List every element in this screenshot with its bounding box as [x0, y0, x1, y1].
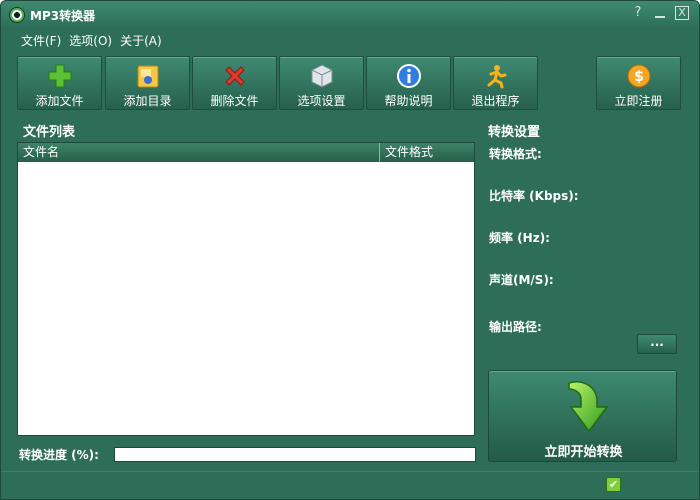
status-bar: ✔ — [1, 471, 699, 499]
options-button[interactable]: 选项设置 — [279, 56, 364, 110]
column-format[interactable]: 文件格式 — [380, 143, 474, 162]
plus-icon — [46, 62, 74, 89]
exit-button[interactable]: 退出程序 — [453, 56, 538, 110]
check-icon[interactable]: ✔ — [606, 477, 621, 492]
close-icon[interactable]: X — [675, 6, 689, 20]
settings-title: 转换设置 — [488, 125, 541, 140]
column-filename[interactable]: 文件名 — [18, 143, 380, 162]
add-folder-button[interactable]: 添加目录 — [105, 56, 190, 110]
app-icon — [9, 7, 25, 23]
browse-button[interactable]: ... — [637, 334, 677, 354]
file-list-header: 文件名 文件格式 — [18, 143, 474, 162]
add-folder-label: 添加目录 — [123, 94, 172, 108]
menu-options[interactable]: 选项(O) — [69, 32, 112, 49]
delete-file-label: 删除文件 — [210, 94, 259, 108]
delete-x-icon — [221, 62, 249, 89]
help-icon[interactable]: ? — [631, 6, 645, 20]
start-convert-label: 立即开始转换 — [544, 445, 623, 460]
svg-text:$: $ — [634, 69, 644, 85]
progress-bar — [114, 447, 476, 462]
help-button[interactable]: 帮助说明 — [366, 56, 451, 110]
help-label: 帮助说明 — [384, 94, 433, 108]
running-man-icon — [482, 62, 510, 89]
format-label: 转换格式: — [489, 147, 542, 161]
app-window: MP3转换器 ? X 文件(F) 选项(O) 关于(A) 添加文件 添加目录 删… — [0, 0, 700, 500]
window-title: MP3转换器 — [30, 8, 96, 23]
file-list-title: 文件列表 — [23, 125, 76, 140]
minimize-icon[interactable] — [653, 6, 667, 20]
delete-file-button[interactable]: 删除文件 — [192, 56, 277, 110]
info-icon — [395, 62, 423, 89]
green-down-arrow-icon — [568, 381, 609, 433]
file-list[interactable]: 文件名 文件格式 — [17, 142, 475, 436]
progress-label: 转换进度 (%): — [19, 448, 99, 462]
channel-label: 声道(M/S): — [489, 273, 554, 287]
add-file-label: 添加文件 — [35, 94, 84, 108]
menu-about[interactable]: 关于(A) — [120, 32, 162, 49]
bitrate-label: 比特率 (Kbps): — [489, 189, 579, 203]
options-label: 选项设置 — [297, 94, 346, 108]
cube-icon — [308, 62, 336, 89]
menu-bar: 文件(F) 选项(O) 关于(A) — [1, 29, 699, 51]
menu-file[interactable]: 文件(F) — [21, 32, 61, 49]
coin-icon: $ — [625, 62, 653, 89]
folder-icon — [134, 62, 162, 89]
frequency-label: 频率 (Hz): — [489, 231, 550, 245]
output-path-label: 输出路径: — [489, 320, 542, 334]
title-bar[interactable]: MP3转换器 ? X — [1, 1, 699, 29]
register-button[interactable]: $ 立即注册 — [596, 56, 681, 110]
register-label: 立即注册 — [614, 94, 663, 108]
exit-label: 退出程序 — [471, 94, 520, 108]
start-convert-button[interactable]: 立即开始转换 — [488, 370, 677, 462]
add-file-button[interactable]: 添加文件 — [17, 56, 102, 110]
window-controls: ? X — [631, 6, 689, 20]
